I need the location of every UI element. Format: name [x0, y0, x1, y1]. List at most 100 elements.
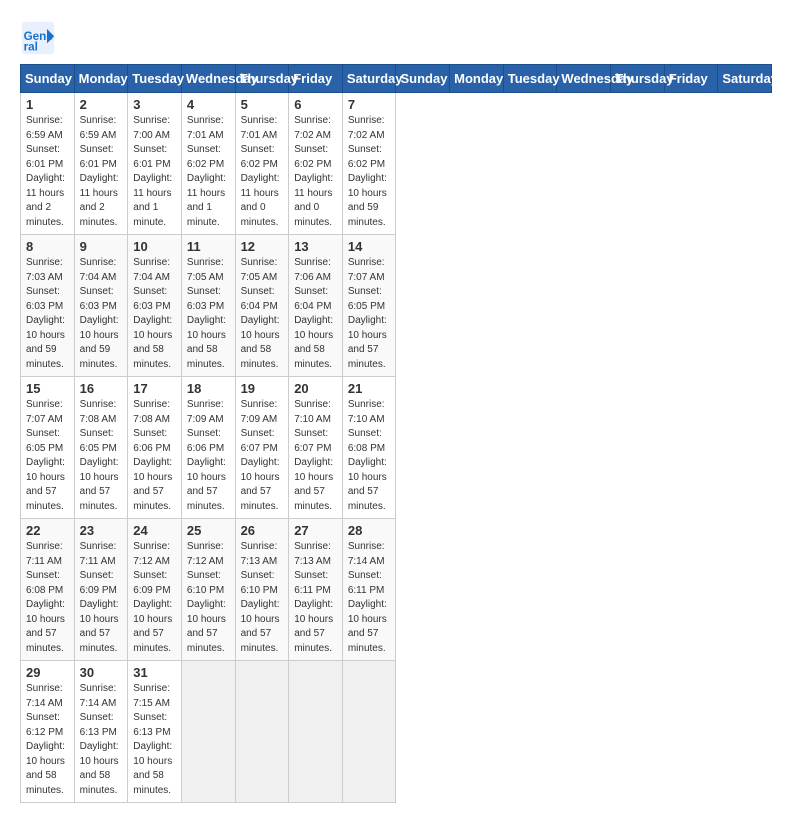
- day-number: 29: [26, 665, 69, 680]
- day-info: Sunrise: 7:15 AM Sunset: 6:13 PM Dayligh…: [133, 682, 176, 798]
- calendar-cell: [235, 661, 289, 803]
- week-row-2: 8Sunrise: 7:03 AM Sunset: 6:03 PM Daylig…: [21, 235, 772, 377]
- calendar-cell: [289, 661, 343, 803]
- week-row-4: 22Sunrise: 7:11 AM Sunset: 6:08 PM Dayli…: [21, 519, 772, 661]
- header-friday: Friday: [289, 65, 343, 93]
- day-info: Sunrise: 7:09 AM Sunset: 6:07 PM Dayligh…: [241, 398, 284, 514]
- calendar-cell: 28 Sunrise: 7:14 AM Sunset: 6:11 PM Dayli…: [342, 519, 396, 661]
- day-info: Sunrise: 7:05 AM Sunset: 6:04 PM Dayligh…: [241, 256, 284, 372]
- header-monday: Monday: [450, 65, 504, 93]
- day-number: 10: [133, 239, 176, 254]
- calendar-cell: 5Sunrise: 7:01 AM Sunset: 6:02 PM Daylig…: [235, 93, 289, 235]
- day-number: 28: [348, 523, 391, 538]
- week-row-5: 29 Sunrise: 7:14 AM Sunset: 6:12 PM Dayli…: [21, 661, 772, 803]
- day-number: 20: [294, 381, 337, 396]
- day-number: 1: [26, 97, 69, 112]
- header-sunday: Sunday: [396, 65, 450, 93]
- day-info: Sunrise: 7:02 AM Sunset: 6:02 PM Dayligh…: [294, 114, 337, 230]
- day-info: Sunrise: 6:59 AM Sunset: 6:01 PM Dayligh…: [80, 114, 123, 230]
- calendar-cell: 21 Sunrise: 7:10 AM Sunset: 6:08 PM Dayli…: [342, 377, 396, 519]
- day-info: Sunrise: 7:04 AM Sunset: 6:03 PM Dayligh…: [80, 256, 123, 372]
- calendar-cell: 30 Sunrise: 7:14 AM Sunset: 6:13 PM Dayli…: [74, 661, 128, 803]
- day-info: Sunrise: 7:04 AM Sunset: 6:03 PM Dayligh…: [133, 256, 176, 372]
- calendar-cell: 11 Sunrise: 7:05 AM Sunset: 6:03 PM Dayli…: [181, 235, 235, 377]
- day-number: 27: [294, 523, 337, 538]
- day-number: 18: [187, 381, 230, 396]
- day-number: 6: [294, 97, 337, 112]
- day-number: 14: [348, 239, 391, 254]
- day-info: Sunrise: 7:07 AM Sunset: 6:05 PM Dayligh…: [348, 256, 391, 372]
- day-number: 4: [187, 97, 230, 112]
- calendar-cell: 10 Sunrise: 7:04 AM Sunset: 6:03 PM Dayli…: [128, 235, 182, 377]
- day-number: 16: [80, 381, 123, 396]
- day-number: 19: [241, 381, 284, 396]
- day-info: Sunrise: 7:05 AM Sunset: 6:03 PM Dayligh…: [187, 256, 230, 372]
- day-info: Sunrise: 7:11 AM Sunset: 6:09 PM Dayligh…: [80, 540, 123, 656]
- calendar-cell: 22Sunrise: 7:11 AM Sunset: 6:08 PM Dayli…: [21, 519, 75, 661]
- day-info: Sunrise: 7:14 AM Sunset: 6:12 PM Dayligh…: [26, 682, 69, 798]
- calendar-cell: 18 Sunrise: 7:09 AM Sunset: 6:06 PM Dayli…: [181, 377, 235, 519]
- calendar-cell: 20 Sunrise: 7:10 AM Sunset: 6:07 PM Dayli…: [289, 377, 343, 519]
- calendar-cell: 24Sunrise: 7:12 AM Sunset: 6:09 PM Dayli…: [128, 519, 182, 661]
- calendar-cell: [181, 661, 235, 803]
- calendar-cell: 9 Sunrise: 7:04 AM Sunset: 6:03 PM Daylig…: [74, 235, 128, 377]
- day-info: Sunrise: 7:13 AM Sunset: 6:10 PM Dayligh…: [241, 540, 284, 656]
- day-info: Sunrise: 7:09 AM Sunset: 6:06 PM Dayligh…: [187, 398, 230, 514]
- day-info: Sunrise: 7:10 AM Sunset: 6:07 PM Dayligh…: [294, 398, 337, 514]
- day-info: Sunrise: 7:12 AM Sunset: 6:09 PM Dayligh…: [133, 540, 176, 656]
- calendar-cell: 29 Sunrise: 7:14 AM Sunset: 6:12 PM Dayli…: [21, 661, 75, 803]
- calendar-cell: 16 Sunrise: 7:08 AM Sunset: 6:05 PM Dayli…: [74, 377, 128, 519]
- calendar-cell: 27Sunrise: 7:13 AM Sunset: 6:11 PM Dayli…: [289, 519, 343, 661]
- calendar-cell: 13Sunrise: 7:06 AM Sunset: 6:04 PM Dayli…: [289, 235, 343, 377]
- day-number: 11: [187, 239, 230, 254]
- svg-text:ral: ral: [24, 41, 38, 54]
- calendar-cell: 8Sunrise: 7:03 AM Sunset: 6:03 PM Daylig…: [21, 235, 75, 377]
- day-info: Sunrise: 7:01 AM Sunset: 6:02 PM Dayligh…: [241, 114, 284, 230]
- calendar-cell: 6 Sunrise: 7:02 AM Sunset: 6:02 PM Daylig…: [289, 93, 343, 235]
- header-tuesday: Tuesday: [128, 65, 182, 93]
- day-number: 26: [241, 523, 284, 538]
- day-number: 21: [348, 381, 391, 396]
- calendar-cell: 7Sunrise: 7:02 AM Sunset: 6:02 PM Daylig…: [342, 93, 396, 235]
- day-number: 25: [187, 523, 230, 538]
- day-number: 9: [80, 239, 123, 254]
- calendar-cell: 14 Sunrise: 7:07 AM Sunset: 6:05 PM Dayli…: [342, 235, 396, 377]
- calendar-cell: 19 Sunrise: 7:09 AM Sunset: 6:07 PM Dayli…: [235, 377, 289, 519]
- day-number: 2: [80, 97, 123, 112]
- calendar-cell: 25 Sunrise: 7:12 AM Sunset: 6:10 PM Dayli…: [181, 519, 235, 661]
- day-info: Sunrise: 7:12 AM Sunset: 6:10 PM Dayligh…: [187, 540, 230, 656]
- calendar-table: SundayMondayTuesdayWednesdayThursdayFrid…: [20, 64, 772, 803]
- calendar-cell: 12 Sunrise: 7:05 AM Sunset: 6:04 PM Dayli…: [235, 235, 289, 377]
- calendar-cell: 4Sunrise: 7:01 AM Sunset: 6:02 PM Daylig…: [181, 93, 235, 235]
- day-info: Sunrise: 7:14 AM Sunset: 6:11 PM Dayligh…: [348, 540, 391, 656]
- day-number: 12: [241, 239, 284, 254]
- day-info: Sunrise: 6:59 AM Sunset: 6:01 PM Dayligh…: [26, 114, 69, 230]
- page-header: Gene ral: [20, 20, 772, 56]
- header-friday: Friday: [664, 65, 718, 93]
- header-saturday: Saturday: [342, 65, 396, 93]
- day-number: 22: [26, 523, 69, 538]
- header-sunday: Sunday: [21, 65, 75, 93]
- calendar-cell: 1 Sunrise: 6:59 AM Sunset: 6:01 PM Daylig…: [21, 93, 75, 235]
- header-row: SundayMondayTuesdayWednesdayThursdayFrid…: [21, 65, 772, 93]
- day-number: 30: [80, 665, 123, 680]
- header-thursday: Thursday: [235, 65, 289, 93]
- calendar-cell: 15Sunrise: 7:07 AM Sunset: 6:05 PM Dayli…: [21, 377, 75, 519]
- day-number: 3: [133, 97, 176, 112]
- header-saturday: Saturday: [718, 65, 772, 93]
- day-info: Sunrise: 7:08 AM Sunset: 6:05 PM Dayligh…: [80, 398, 123, 514]
- day-info: Sunrise: 7:02 AM Sunset: 6:02 PM Dayligh…: [348, 114, 391, 230]
- day-info: Sunrise: 7:14 AM Sunset: 6:13 PM Dayligh…: [80, 682, 123, 798]
- calendar-cell: [342, 661, 396, 803]
- calendar-cell: 31 Sunrise: 7:15 AM Sunset: 6:13 PM Dayli…: [128, 661, 182, 803]
- header-wednesday: Wednesday: [181, 65, 235, 93]
- day-info: Sunrise: 7:10 AM Sunset: 6:08 PM Dayligh…: [348, 398, 391, 514]
- day-number: 17: [133, 381, 176, 396]
- day-info: Sunrise: 7:08 AM Sunset: 6:06 PM Dayligh…: [133, 398, 176, 514]
- day-number: 31: [133, 665, 176, 680]
- calendar-cell: 23 Sunrise: 7:11 AM Sunset: 6:09 PM Dayli…: [74, 519, 128, 661]
- week-row-3: 15Sunrise: 7:07 AM Sunset: 6:05 PM Dayli…: [21, 377, 772, 519]
- day-number: 23: [80, 523, 123, 538]
- header-thursday: Thursday: [611, 65, 665, 93]
- day-info: Sunrise: 7:03 AM Sunset: 6:03 PM Dayligh…: [26, 256, 69, 372]
